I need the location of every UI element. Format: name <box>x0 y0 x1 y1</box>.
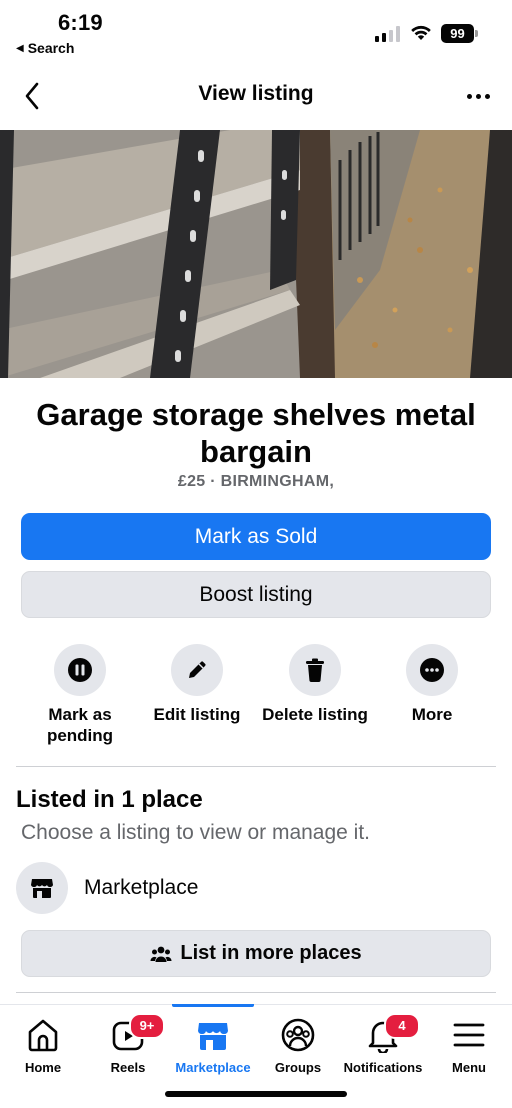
more-horizontal-icon <box>420 658 444 682</box>
mark-as-pending-label: Mark as pending <box>46 705 114 745</box>
status-bar: 6:19 ◀ Search 99 <box>0 0 512 62</box>
pause-icon <box>68 658 92 682</box>
back-to-search-link[interactable]: ◀ Search <box>16 40 74 56</box>
more-label: More <box>411 705 453 724</box>
marketplace-icon <box>198 1023 228 1050</box>
delete-listing-action[interactable]: Delete listing <box>255 644 375 725</box>
status-time: 6:19 <box>58 10 103 35</box>
edit-listing-action[interactable]: Edit listing <box>137 644 257 725</box>
groups-icon <box>281 1018 315 1052</box>
mark-as-sold-button[interactable]: Mark as Sold <box>21 513 491 560</box>
tab-menu[interactable]: Menu <box>426 1005 512 1085</box>
wifi-icon <box>411 25 431 40</box>
listing-price-location: £25 · BIRMINGHAM, <box>177 473 335 490</box>
divider <box>16 766 496 767</box>
home-icon <box>28 1019 58 1052</box>
place-icon-wrapper <box>16 862 68 914</box>
edit-listing-button[interactable] <box>171 644 223 696</box>
boost-listing-button[interactable]: Boost listing <box>21 571 491 618</box>
listing-title: Garage storage shelves metal bargain <box>36 397 476 469</box>
page-title: View listing <box>198 82 314 105</box>
divider <box>16 992 496 993</box>
edit-listing-label: Edit listing <box>153 705 241 724</box>
home-indicator[interactable] <box>165 1091 347 1097</box>
mark-as-pending-button[interactable] <box>54 644 106 696</box>
tab-groups[interactable]: Groups <box>255 1005 341 1085</box>
more-options-button[interactable] <box>458 82 498 110</box>
listing-actions: Mark as pending Edit listing Delete list… <box>0 644 512 754</box>
listed-section-title: Listed in 1 place <box>16 786 203 813</box>
battery-indicator: 99 <box>441 24 478 43</box>
battery-level: 99 <box>441 24 474 43</box>
mark-as-pending-action[interactable]: Mark as pending <box>20 644 140 746</box>
tab-menu-label: Menu <box>452 1060 486 1075</box>
nav-header: View listing <box>0 70 512 122</box>
tab-marketplace[interactable]: Marketplace <box>170 1004 256 1085</box>
tab-home[interactable]: Home <box>0 1005 86 1085</box>
shelves-photo-image <box>0 130 512 378</box>
listed-section-subtitle: Choose a listing to view or manage it. <box>21 821 371 844</box>
more-horizontal-icon <box>466 93 472 99</box>
more-action[interactable]: More <box>372 644 492 725</box>
back-triangle-icon: ◀ <box>16 42 24 54</box>
notifications-badge: 4 <box>384 1013 420 1039</box>
back-to-search-label: Search <box>27 40 75 56</box>
pencil-icon <box>189 661 206 678</box>
tab-notifications[interactable]: 4 Notifications <box>340 1005 426 1085</box>
delete-listing-button[interactable] <box>289 644 341 696</box>
trash-icon <box>306 658 324 682</box>
marketplace-place-label: Marketplace <box>84 876 199 899</box>
list-in-more-places-button[interactable]: List in more places <box>21 930 491 977</box>
reels-badge: 9+ <box>129 1013 165 1039</box>
people-icon <box>150 946 172 962</box>
tab-reels[interactable]: 9+ Reels <box>85 1005 171 1085</box>
marketplace-listing-row[interactable]: Marketplace <box>16 862 496 914</box>
marketplace-store-icon <box>31 879 53 898</box>
listing-photo[interactable] <box>0 130 512 378</box>
list-in-more-places-label: List in more places <box>180 942 362 964</box>
menu-icon <box>453 1023 485 1047</box>
more-button[interactable] <box>406 644 458 696</box>
cellular-signal-icon <box>375 26 401 42</box>
delete-listing-label: Delete listing <box>262 705 368 724</box>
